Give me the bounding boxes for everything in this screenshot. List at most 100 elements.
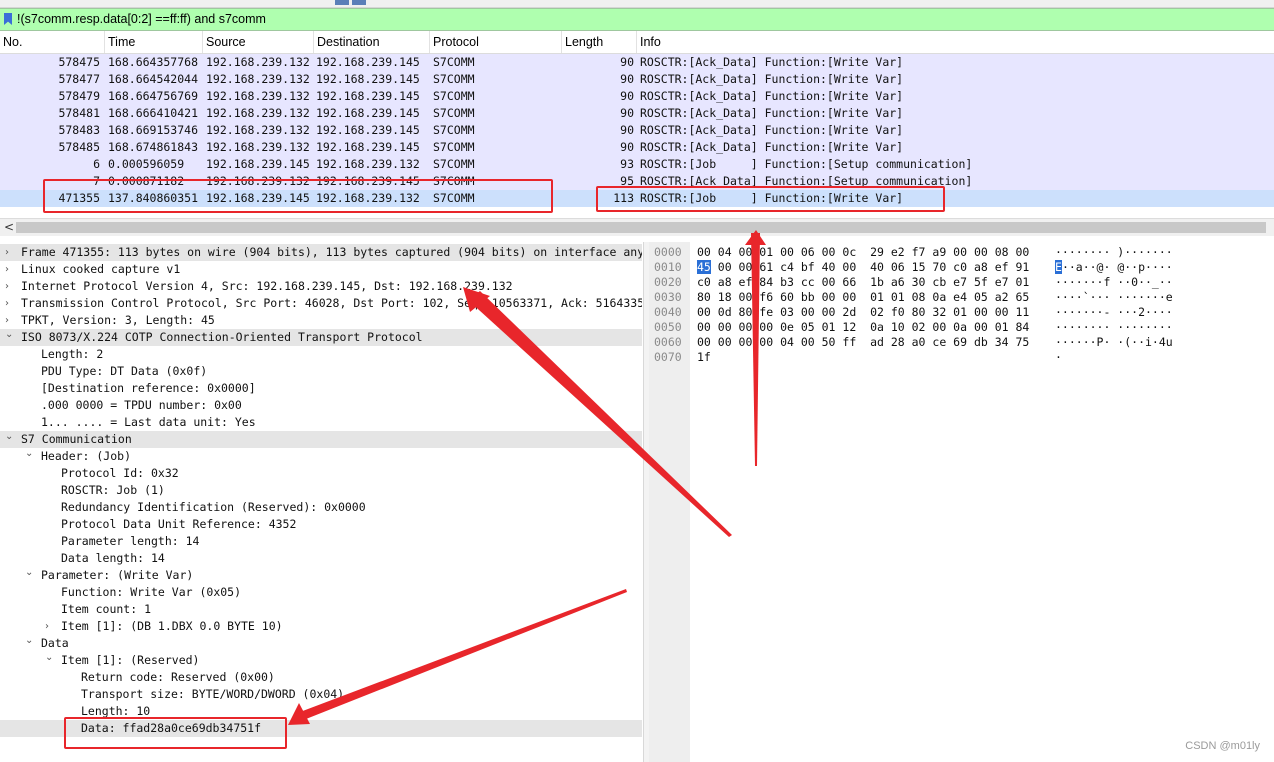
column-header-protocol[interactable]: Protocol (430, 31, 562, 53)
detail-tree-item[interactable]: ROSCTR: Job (1) (0, 482, 642, 499)
detail-tree-item[interactable]: Parameter length: 14 (0, 533, 642, 550)
scrollbar-thumb[interactable] (16, 222, 1266, 233)
chevron-down-icon[interactable]: ⌄ (25, 448, 35, 462)
chevron-down-icon[interactable]: ⌄ (25, 567, 35, 581)
chevron-down-icon[interactable]: ⌄ (45, 652, 55, 666)
packet-cell-no: 578485 (58, 140, 100, 154)
detail-tree-item[interactable]: Transport size: BYTE/WORD/DWORD (0x04) (0, 686, 642, 703)
chevron-right-icon[interactable]: › (5, 261, 15, 278)
scroll-left-icon[interactable]: < (4, 220, 14, 234)
column-header-source[interactable]: Source (203, 31, 314, 53)
detail-tree-item[interactable]: Data length: 14 (0, 550, 642, 567)
detail-tree-item[interactable]: Protocol Id: 0x32 (0, 465, 642, 482)
detail-tree-item[interactable]: ⌄ Item [1]: (Reserved) (0, 652, 642, 669)
detail-tree-item[interactable]: › Internet Protocol Version 4, Src: 192.1… (0, 278, 642, 295)
detail-tree-item[interactable]: › TPKT, Version: 3, Length: 45 (0, 312, 642, 329)
packet-list-header: No. Time Source Destination Protocol Len… (0, 31, 1274, 54)
column-header-time[interactable]: Time (105, 31, 203, 53)
detail-tree-item[interactable]: Function: Write Var (0x05) (0, 584, 642, 601)
hex-values: 00 00 61 c4 bf 40 00 40 06 15 70 c0 a8 e… (710, 260, 1030, 274)
packet-cell-dst: 192.168.239.145 (316, 140, 420, 154)
ascii-values: ·······f ··0··_·· (1055, 275, 1173, 289)
detail-tree-item[interactable]: ⌄ S7 Communication (0, 431, 642, 448)
detail-tree-item[interactable]: › Linux cooked capture v1 (0, 261, 642, 278)
chevron-right-icon[interactable]: › (45, 618, 55, 635)
packet-row[interactable]: 6 0.000596059 192.168.239.145 192.168.239.1… (0, 156, 1274, 173)
column-header-no[interactable]: No. (0, 31, 105, 53)
packet-cell-no: 578479 (58, 89, 100, 103)
packet-row[interactable]: 578477 168.664542044 192.168.239.132 192.16… (0, 71, 1274, 88)
detail-tree-label: 1... .... = Last data unit: Yes (41, 415, 256, 429)
display-filter-input[interactable]: !(s7comm.resp.data[0:2] ==ff:ff) and s7c… (17, 12, 266, 26)
packet-bytes-pane[interactable]: 0000 00 04 00 01 00 06 00 0c 29 e2 f7 a9 … (649, 242, 1274, 762)
packet-cell-time: 168.669153746 (108, 123, 199, 137)
packet-details-tree[interactable]: › Frame 471355: 113 bytes on wire (904 bi… (0, 242, 642, 762)
chevron-right-icon[interactable]: › (5, 278, 15, 295)
detail-tree-item[interactable]: [Destination reference: 0x0000] (0, 380, 642, 397)
packet-cell-proto: S7COMM (433, 72, 475, 86)
hex-values: 1f (697, 350, 711, 364)
packet-row[interactable]: 578479 168.664756769 192.168.239.132 192.16… (0, 88, 1274, 105)
detail-tree-item[interactable]: › Item [1]: (DB 1.DBX 0.0 BYTE 10) (0, 618, 642, 635)
detail-tree-item[interactable]: PDU Type: DT Data (0x0f) (0, 363, 642, 380)
chevron-down-icon[interactable]: ⌄ (5, 431, 15, 445)
packet-cell-time: 168.674861843 (108, 140, 199, 154)
column-header-length[interactable]: Length (562, 31, 637, 53)
detail-tree-label: Return code: Reserved (0x00) (81, 670, 275, 684)
detail-tree-item[interactable]: Protocol Data Unit Reference: 4352 (0, 516, 642, 533)
watermark: CSDN @m01ly (1185, 740, 1260, 752)
packet-cell-len: 90 (620, 89, 634, 103)
detail-tree-item[interactable]: › Transmission Control Protocol, Src Port… (0, 295, 642, 312)
detail-tree-item[interactable]: Item count: 1 (0, 601, 642, 618)
ascii-values: ·······- ···2···· (1055, 305, 1173, 319)
packet-cell-info: ROSCTR:[Ack_Data] Function:[Write Var] (640, 55, 904, 69)
packet-cell-dst: 192.168.239.132 (316, 157, 420, 171)
packet-cell-info: ROSCTR:[Ack_Data] Function:[Write Var] (640, 72, 904, 86)
detail-tree-item[interactable]: Redundancy Identification (Reserved): 0x… (0, 499, 642, 516)
chevron-right-icon[interactable]: › (5, 295, 15, 312)
byte-offset: 0070 (654, 350, 682, 364)
packet-cell-proto: S7COMM (433, 140, 475, 154)
detail-tree-item[interactable]: Return code: Reserved (0x00) (0, 669, 642, 686)
column-header-info[interactable]: Info (637, 31, 1274, 53)
packet-row[interactable]: 578483 168.669153746 192.168.239.132 192.16… (0, 122, 1274, 139)
detail-tree-label: Parameter length: 14 (61, 534, 200, 548)
bookmark-icon[interactable] (4, 13, 12, 25)
detail-tree-item[interactable]: ⌄ Data (0, 635, 642, 652)
toolbar-button-icon[interactable] (335, 0, 349, 5)
packet-row[interactable]: 578485 168.674861843 192.168.239.132 192.16… (0, 139, 1274, 156)
detail-tree-item[interactable]: Length: 2 (0, 346, 642, 363)
detail-tree-item[interactable]: ⌄ ISO 8073/X.224 COTP Connection-Oriented… (0, 329, 642, 346)
packet-cell-dst: 192.168.239.145 (316, 123, 420, 137)
chevron-right-icon[interactable]: › (5, 312, 15, 329)
detail-tree-label: Function: Write Var (0x05) (61, 585, 242, 599)
detail-tree-item[interactable]: ⌄ Parameter: (Write Var) (0, 567, 642, 584)
packet-cell-src: 192.168.239.132 (206, 106, 310, 120)
packet-list-scrollbar[interactable]: < (0, 218, 1274, 236)
toolbar-button-icon[interactable] (352, 0, 366, 5)
packet-cell-info: ROSCTR:[Job ] Function:[Setup communicat… (640, 157, 973, 171)
detail-tree-label: Internet Protocol Version 4, Src: 192.16… (21, 279, 513, 293)
ascii-values: · (1055, 350, 1062, 364)
chevron-down-icon[interactable]: ⌄ (25, 635, 35, 649)
packet-cell-src: 192.168.239.145 (206, 157, 310, 171)
detail-tree-label: ISO 8073/X.224 COTP Connection-Oriented … (21, 330, 423, 344)
detail-tree-label: .000 0000 = TPDU number: 0x00 (41, 398, 242, 412)
detail-tree-item[interactable]: ⌄ Header: (Job) (0, 448, 642, 465)
packet-cell-no: 578475 (58, 55, 100, 69)
display-filter-bar[interactable]: !(s7comm.resp.data[0:2] ==ff:ff) and s7c… (0, 8, 1274, 31)
detail-tree-item[interactable]: .000 0000 = TPDU number: 0x00 (0, 397, 642, 414)
packet-cell-len: 90 (620, 72, 634, 86)
chevron-down-icon[interactable]: ⌄ (5, 329, 15, 343)
packet-row[interactable]: 578481 168.666410421 192.168.239.132 192.16… (0, 105, 1274, 122)
chevron-right-icon[interactable]: › (5, 244, 15, 261)
packet-row[interactable]: 578475 168.664357768 192.168.239.132 192.16… (0, 54, 1274, 71)
detail-tree-item[interactable]: 1... .... = Last data unit: Yes (0, 414, 642, 431)
packet-cell-src: 192.168.239.132 (206, 123, 310, 137)
detail-tree-item[interactable]: › Frame 471355: 113 bytes on wire (904 bi… (0, 244, 642, 261)
column-header-destination[interactable]: Destination (314, 31, 430, 53)
bytes-row[interactable]: 0070 1f · (649, 349, 1274, 366)
annotation-box-data-field (64, 717, 287, 749)
detail-tree-label: Protocol Id: 0x32 (61, 466, 179, 480)
packet-cell-no: 6 (93, 157, 100, 171)
